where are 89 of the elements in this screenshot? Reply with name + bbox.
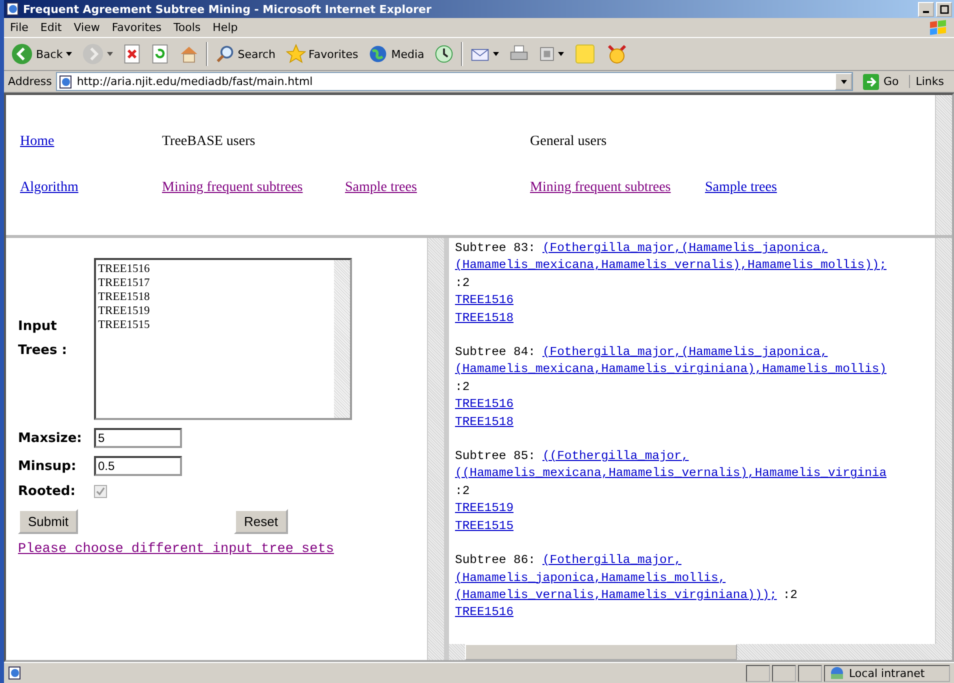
caret-icon bbox=[66, 52, 72, 56]
search-icon bbox=[214, 44, 235, 64]
maximize-icon bbox=[940, 4, 948, 14]
vertical-scrollbar[interactable] bbox=[935, 95, 952, 235]
caret-icon bbox=[493, 52, 500, 56]
note-icon bbox=[574, 43, 596, 65]
subtree-link[interactable]: (Hamamelis_mexicana,Hamamelis_vernalis),Hamamelis_mollis)); bbox=[455, 258, 887, 272]
subtree-link[interactable]: (Fothergilla_major,(Hamamelis_japonica, bbox=[542, 345, 828, 360]
subtree-label: Subtree 86: bbox=[455, 553, 536, 568]
tree-link[interactable]: TREE1519 bbox=[455, 501, 514, 516]
tree-link[interactable]: TREE1516 bbox=[455, 605, 514, 620]
subtree-link[interactable]: (Hamamelis_vernalis,Hamamelis_virginiana))); bbox=[455, 588, 777, 602]
tree-list-box[interactable]: TREE1516 TREE1517 TREE1518 TREE1519 TREE1515 bbox=[94, 258, 352, 420]
nav-link[interactable]: Mining frequent subtrees bbox=[162, 180, 303, 196]
arrow-left-icon bbox=[11, 43, 33, 65]
stop-icon bbox=[122, 44, 141, 64]
subtree-link[interactable]: ((Hamamelis_mexicana,Hamamelis_vernalis),Hamamelis_virginia bbox=[455, 466, 887, 480]
maxsize-field[interactable]: 5 bbox=[94, 428, 182, 448]
subtree-link[interactable]: ((Fothergilla_major, bbox=[542, 449, 689, 464]
tree-link[interactable]: TREE1518 bbox=[455, 414, 514, 429]
nav-link[interactable]: Mining frequent subtrees bbox=[530, 180, 671, 196]
nav-link[interactable]: Sample trees bbox=[705, 180, 777, 196]
status-panel bbox=[772, 664, 796, 682]
menu-item[interactable]: Help bbox=[206, 21, 244, 34]
support-count: :2 bbox=[782, 588, 798, 602]
go-button[interactable]: Go bbox=[857, 74, 905, 90]
support-count: :2 bbox=[455, 380, 470, 394]
status-panel bbox=[746, 664, 770, 682]
minimize-icon bbox=[923, 10, 929, 12]
input-trees-label: Input Trees : bbox=[18, 318, 68, 360]
maximize-button[interactable] bbox=[936, 2, 952, 16]
subtree-label: Subtree 83: bbox=[455, 241, 536, 255]
address-label: Address bbox=[8, 75, 52, 88]
horizontal-scrollbar[interactable] bbox=[449, 644, 952, 660]
message-link[interactable]: Please choose different input tree sets bbox=[18, 542, 427, 557]
vertical-scrollbar[interactable] bbox=[935, 238, 952, 644]
caret-icon bbox=[840, 80, 847, 84]
subtree-label: Subtree 85: bbox=[455, 449, 536, 464]
window-title: Frequent Agreement Subtree Mining - Microsoft Internet Explorer bbox=[23, 2, 432, 16]
minsup-label: Minsup: bbox=[18, 458, 78, 474]
rooted-label: Rooted: bbox=[18, 484, 76, 499]
tree-link[interactable]: TREE1516 bbox=[455, 397, 514, 412]
nav-link[interactable]: Sample trees bbox=[345, 180, 417, 196]
support-count: :2 bbox=[455, 484, 470, 498]
nav-link[interactable]: Algorithm bbox=[20, 180, 78, 196]
nav-link[interactable]: Home bbox=[20, 134, 54, 150]
caret-icon bbox=[106, 52, 113, 56]
minimize-button[interactable] bbox=[918, 2, 934, 16]
vertical-scrollbar[interactable] bbox=[427, 238, 444, 660]
refresh-icon bbox=[150, 44, 169, 64]
address-field[interactable]: http://aria.njit.edu/mediadb/fast/main.html bbox=[56, 72, 854, 91]
dropdown-button[interactable] bbox=[835, 73, 852, 90]
subtree-link[interactable]: (Fothergilla_major,(Hamamelis_japonica, bbox=[542, 241, 828, 255]
tree-link[interactable]: TREE1518 bbox=[455, 310, 514, 325]
tree-link[interactable]: TREE1516 bbox=[455, 293, 514, 308]
favorites-toolbar-button[interactable]: Favorites bbox=[282, 42, 362, 66]
clock-icon bbox=[434, 44, 454, 64]
square-icon bbox=[539, 46, 556, 62]
home-icon bbox=[178, 44, 199, 64]
back-toolbar-button[interactable]: Back bbox=[8, 41, 75, 67]
subtree-label: Subtree 84: bbox=[455, 345, 536, 360]
menu-item[interactable]: Favorites bbox=[106, 21, 168, 34]
arrow-right-icon bbox=[82, 43, 104, 65]
subtree-link[interactable]: (Hamamelis_japonica,Hamamelis_mollis, bbox=[455, 570, 726, 584]
media-toolbar-button[interactable]: Media bbox=[365, 42, 428, 66]
maxsize-label: Maxsize: bbox=[18, 430, 83, 446]
subtree-link[interactable]: (Fothergilla_major, bbox=[542, 553, 682, 568]
section-heading: General users bbox=[530, 134, 607, 150]
star-icon bbox=[286, 44, 306, 64]
menu-item[interactable]: View bbox=[68, 21, 106, 34]
reset-button[interactable]: Reset bbox=[234, 509, 288, 534]
menu-item[interactable]: Tools bbox=[168, 21, 207, 34]
caret-icon bbox=[558, 52, 564, 56]
support-count: :2 bbox=[455, 276, 470, 290]
page-icon bbox=[8, 666, 22, 680]
search-toolbar-button[interactable]: Search bbox=[212, 42, 279, 66]
tree-link[interactable]: TREE1515 bbox=[455, 518, 514, 533]
minsup-field[interactable]: 0.5 bbox=[94, 456, 182, 476]
security-zone: Local intranet bbox=[824, 664, 950, 682]
section-heading: TreeBASE users bbox=[162, 134, 256, 150]
page-icon bbox=[58, 74, 73, 88]
browser-page-icon bbox=[6, 2, 20, 16]
subtree-link[interactable]: (Hamamelis_mexicana,Hamamelis_virginiana),Hamamelis_mollis) bbox=[455, 362, 887, 376]
menu-item[interactable]: File bbox=[4, 21, 34, 34]
links-button[interactable]: Links bbox=[908, 75, 950, 88]
arrow-right-icon bbox=[863, 74, 880, 90]
submit-button[interactable]: Submit bbox=[18, 509, 78, 534]
status-panel bbox=[798, 664, 822, 682]
menu-item[interactable]: Edit bbox=[34, 21, 68, 34]
